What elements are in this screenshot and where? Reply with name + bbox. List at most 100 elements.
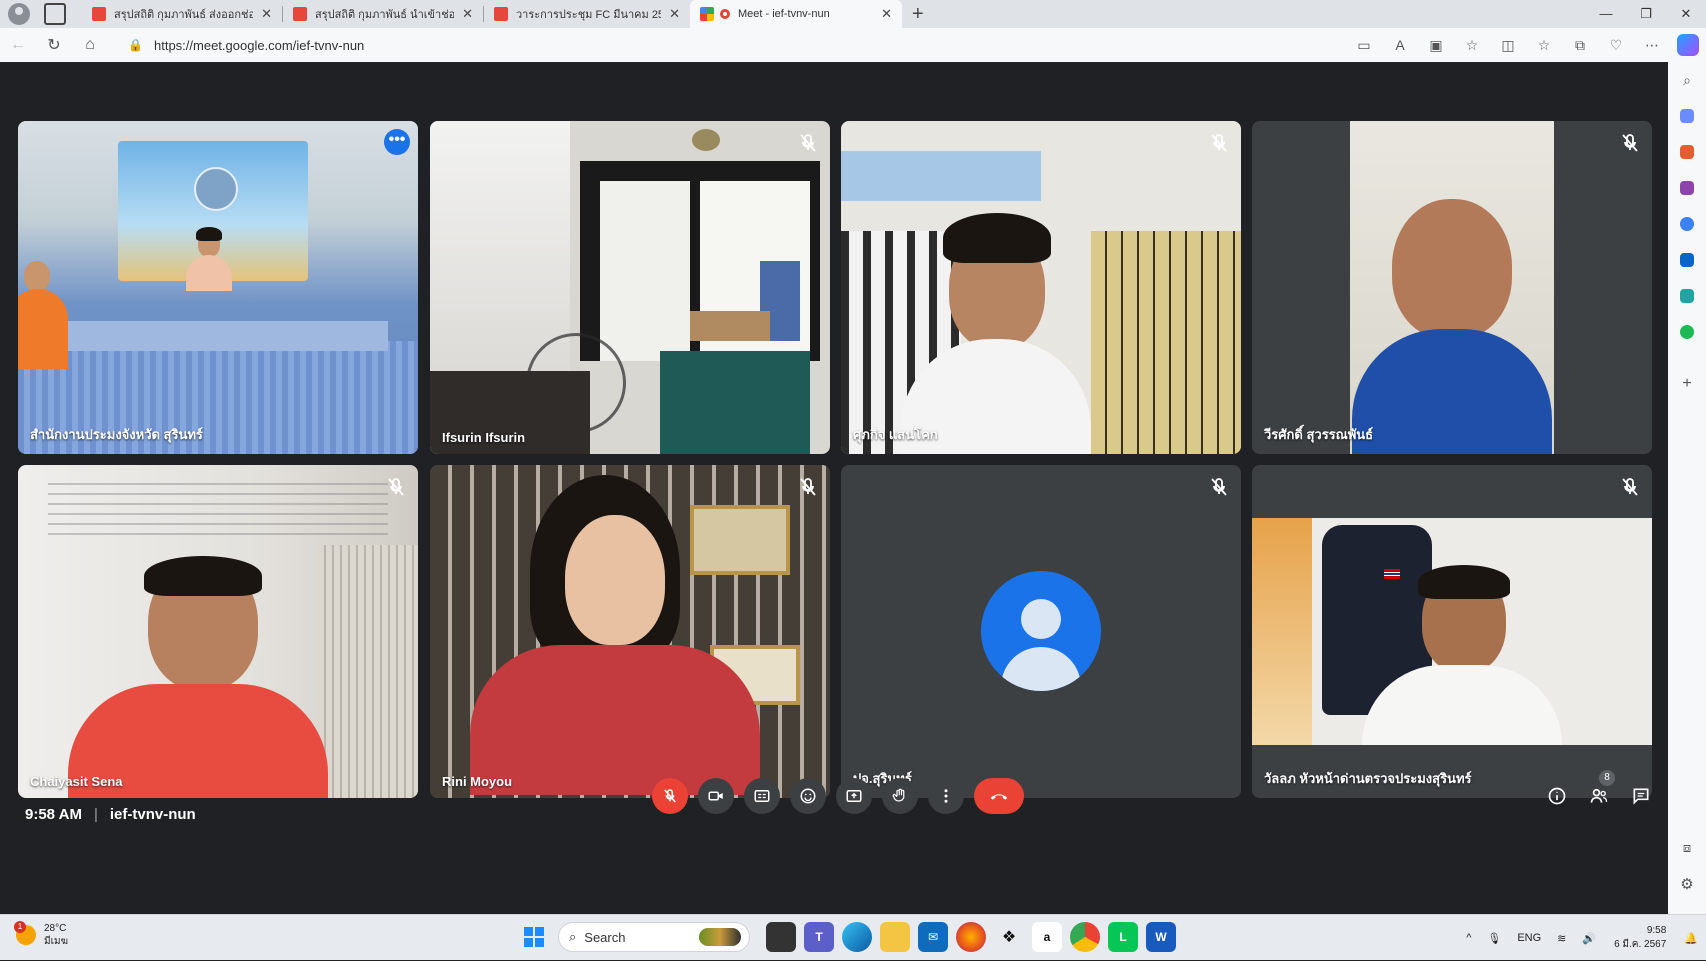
weather-widget[interactable]: 1 28°C มีเมฆ <box>14 921 69 948</box>
search-icon: ⌕ <box>569 929 577 944</box>
search-icon[interactable]: ⌕ <box>1668 62 1706 98</box>
camera-icon[interactable]: ▭ <box>1346 37 1382 54</box>
input-language[interactable]: ENG <box>1517 932 1541 944</box>
taskbar-search[interactable]: ⌕ Search <box>558 922 750 952</box>
volume-icon[interactable]: 🔊 <box>1582 932 1596 945</box>
tag-icon[interactable] <box>1668 98 1706 134</box>
edge-icon[interactable] <box>842 922 872 952</box>
browser-essentials-icon[interactable]: ♡ <box>1598 37 1634 54</box>
weather-description: มีเมฆ <box>44 936 69 947</box>
avatar <box>981 571 1101 691</box>
participant-name: Chaiyasit Sena <box>30 774 123 789</box>
microphone-icon[interactable]: 🎙 <box>1487 932 1501 945</box>
more-menu-icon[interactable]: ⋯ <box>1634 37 1670 54</box>
hd-icon[interactable]: ▣ <box>1418 37 1454 54</box>
close-tab-icon[interactable]: ✕ <box>881 6 892 22</box>
read-aloud-icon[interactable]: A <box>1382 37 1418 53</box>
new-tab-button[interactable]: + <box>912 3 924 26</box>
captions-button[interactable] <box>744 778 780 814</box>
browser-tab-1[interactable]: สรุปสถิติ กุมภาพันธ์ ส่งออกช่องจอมแ.pdf … <box>82 0 282 28</box>
participant-tile[interactable]: วีรศักดิ์ สุวรรณพันธ์ <box>1252 121 1652 454</box>
spotify-icon[interactable] <box>1668 314 1706 350</box>
browser-tab-2[interactable]: สรุปสถิติ กุมภาพันธ์ นำเข้าช่องจอม.pdf ✕ <box>283 0 483 28</box>
line-icon[interactable]: L <box>1108 922 1138 952</box>
microsoft-365-icon[interactable] <box>1668 206 1706 242</box>
chevron-up-icon[interactable]: ^ <box>1466 932 1471 944</box>
mic-off-icon <box>1622 478 1638 496</box>
mic-toggle-button[interactable] <box>652 778 688 814</box>
task-view-icon[interactable] <box>766 922 796 952</box>
minimize-icon[interactable]: — <box>1586 0 1626 28</box>
start-button[interactable] <box>524 927 544 947</box>
url-field[interactable]: 🔒 https://meet.google.com/ief-tvnv-nun <box>128 32 1318 58</box>
lock-icon[interactable]: 🔒 <box>128 38 143 52</box>
leave-call-button[interactable] <box>974 778 1024 814</box>
participant-tile[interactable]: Chaiyasit Sena <box>18 465 418 798</box>
participant-tile[interactable]: ••• สำนักงานประมงจังหวัด สุรินทร์ <box>18 121 418 454</box>
participant-count-badge: 8 <box>1599 770 1615 786</box>
toolbox-icon[interactable] <box>1668 134 1706 170</box>
weather-icon: 1 <box>14 921 36 945</box>
firefox-icon[interactable] <box>956 922 986 952</box>
collections-icon[interactable]: ⧉ <box>1562 37 1598 54</box>
outlook-icon[interactable] <box>1668 242 1706 278</box>
split-screen-icon[interactable]: ◫ <box>1490 37 1526 54</box>
tab-actions-icon[interactable] <box>44 3 66 25</box>
home-icon[interactable]: ⌂ <box>72 36 108 54</box>
notification-badge: 1 <box>14 921 26 933</box>
amazon-icon[interactable]: a <box>1032 922 1062 952</box>
close-tab-icon[interactable]: ✕ <box>261 6 272 22</box>
camera-toggle-button[interactable] <box>698 778 734 814</box>
reload-icon[interactable]: ↻ <box>36 35 72 55</box>
participant-name: Rini Moyou <box>442 774 513 789</box>
participant-tile[interactable]: Ifsurin Ifsurin <box>430 121 830 454</box>
close-tab-icon[interactable]: ✕ <box>669 6 680 22</box>
close-tab-icon[interactable]: ✕ <box>462 6 473 22</box>
profile-icon[interactable] <box>8 3 30 25</box>
word-icon[interactable]: W <box>1146 922 1176 952</box>
wifi-icon[interactable]: ≋ <box>1557 932 1566 945</box>
mic-off-icon <box>664 789 676 803</box>
edge-sidebar: ⌕ + ⧈ ⚙ <box>1668 62 1706 914</box>
favorites-icon[interactable]: ☆ <box>1526 37 1562 54</box>
chrome-icon[interactable] <box>1070 922 1100 952</box>
send-icon[interactable] <box>1668 278 1706 314</box>
weather-temperature: 28°C <box>44 923 67 934</box>
sidebar-settings-icon[interactable]: ⚙ <box>1668 866 1706 902</box>
restore-icon[interactable]: ❐ <box>1626 0 1666 28</box>
hide-sidebar-icon[interactable]: ⧈ <box>1668 830 1706 866</box>
more-options-button[interactable] <box>928 778 964 814</box>
window-close-icon[interactable]: ✕ <box>1666 0 1706 28</box>
captions-icon <box>754 790 770 802</box>
browser-tab-3[interactable]: วาระการประชุม FC มีนาคม 2567.pdf ✕ <box>484 0 690 28</box>
dropbox-icon[interactable]: ❖ <box>994 922 1024 952</box>
people-button[interactable]: 8 <box>1578 770 1620 814</box>
mic-off-icon <box>800 134 816 152</box>
participant-tile[interactable]: ศุภกิจ แสนโคก <box>841 121 1241 454</box>
browser-tab-meet[interactable]: Meet - ief-tvnv-nun ✕ <box>690 0 902 28</box>
mail-icon[interactable]: ✉ <box>918 922 948 952</box>
present-screen-button[interactable] <box>836 778 872 814</box>
participant-tile[interactable]: ปจ.สุรินทร์ <box>841 465 1241 798</box>
taskbar-clock[interactable]: 9:58 6 มี.ค. 2567 <box>1614 924 1666 952</box>
meeting-code: ief-tvnv-nun <box>109 806 196 823</box>
favorite-star-icon[interactable]: ☆ <box>1454 37 1490 54</box>
copilot-icon[interactable] <box>1677 34 1699 56</box>
meeting-details-button[interactable] <box>1536 778 1578 814</box>
file-explorer-icon[interactable] <box>880 922 910 952</box>
hang-up-icon <box>990 794 1008 800</box>
teams-icon[interactable]: T <box>804 922 834 952</box>
participant-name: วีรศักดิ์ สุวรรณพันธ์ <box>1264 427 1374 442</box>
participant-options-button[interactable]: ••• <box>384 129 410 155</box>
notifications-icon[interactable]: 🔔 <box>1684 932 1698 945</box>
side-panel-controls: 8 <box>1536 770 1662 814</box>
url-text: https://meet.google.com/ief-tvnv-nun <box>154 37 365 53</box>
participant-tile[interactable]: วัลลภ หัวหน้าด่านตรวจประมงสุรินทร์ <box>1252 465 1652 798</box>
raise-hand-button[interactable] <box>882 778 918 814</box>
chat-button[interactable] <box>1620 778 1662 814</box>
back-icon[interactable]: ← <box>0 36 36 54</box>
add-sidebar-icon[interactable]: + <box>1668 366 1706 402</box>
games-icon[interactable] <box>1668 170 1706 206</box>
participant-tile[interactable]: Rini Moyou <box>430 465 830 798</box>
reactions-button[interactable] <box>790 778 826 814</box>
